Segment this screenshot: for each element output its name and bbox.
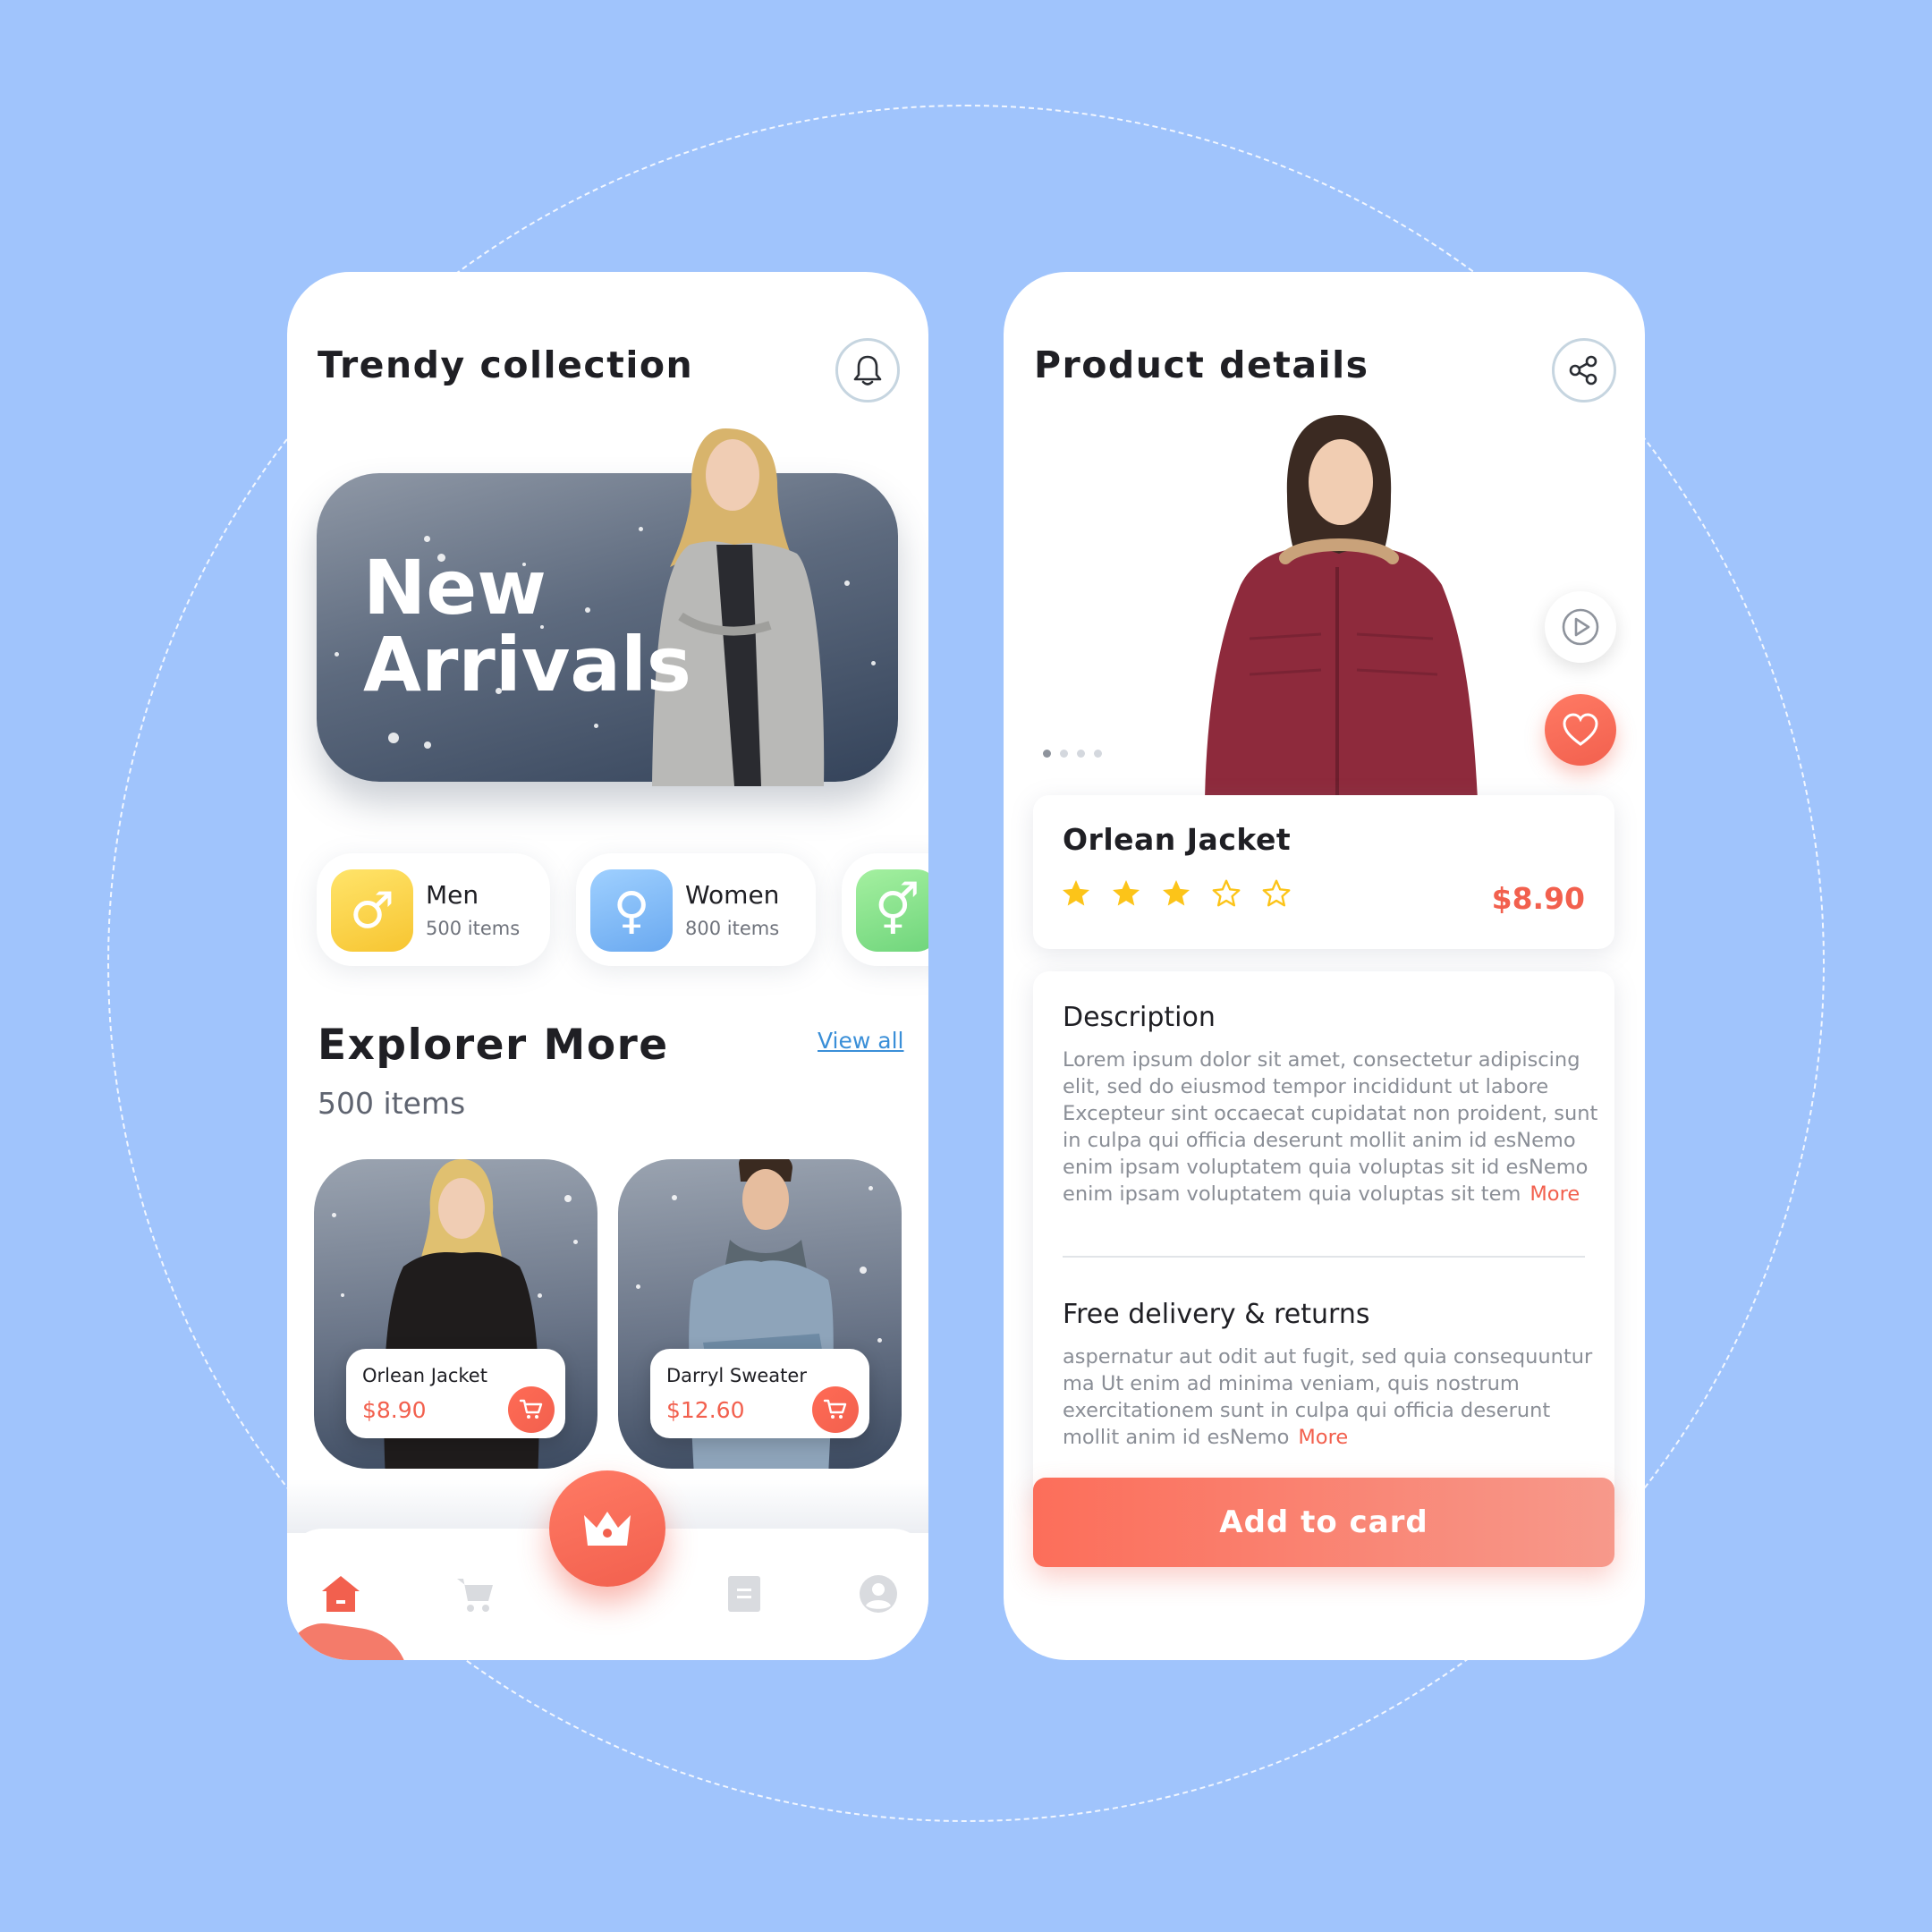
page-title: Product details <box>1034 343 1369 386</box>
gallery-pagination[interactable] <box>1043 750 1102 758</box>
star-filled-icon[interactable] <box>1110 877 1142 910</box>
star-outline-icon[interactable] <box>1210 877 1242 910</box>
unisex-symbol-icon: ⚥ <box>856 869 928 952</box>
bell-icon <box>853 355 882 386</box>
product-details-screen: Product details Orlean Jacket $8.90 Desc… <box>1004 272 1645 1660</box>
product-name: Darryl Sweater <box>666 1365 807 1386</box>
play-video-button[interactable] <box>1545 591 1616 663</box>
product-model-image <box>1205 415 1478 800</box>
add-to-cart-button[interactable]: Add to card <box>1033 1478 1614 1567</box>
product-price: $8.90 <box>1491 881 1585 916</box>
premium-fab-button[interactable] <box>549 1470 665 1587</box>
product-info: Darryl Sweater $12.60 <box>650 1349 869 1438</box>
male-symbol-icon: ♂ <box>331 869 413 952</box>
product-card[interactable]: Darryl Sweater $12.60 <box>618 1159 902 1469</box>
add-to-cart-button[interactable] <box>812 1386 859 1433</box>
banner-title-line2: Arrivals <box>363 621 691 708</box>
play-icon <box>1562 608 1599 646</box>
cart-icon <box>457 1579 493 1612</box>
nav-cart[interactable] <box>450 1569 500 1619</box>
home-icon <box>322 1576 360 1612</box>
product-card[interactable]: Orlean Jacket $8.90 <box>314 1159 597 1469</box>
description-more-link[interactable]: More <box>1530 1182 1580 1206</box>
gallery-dot[interactable] <box>1043 750 1051 758</box>
divider <box>1063 1256 1585 1258</box>
category-name: Men <box>426 880 479 910</box>
profile-icon <box>860 1575 897 1613</box>
description-heading: Description <box>1063 1002 1216 1033</box>
favorite-button[interactable] <box>1545 694 1616 766</box>
product-summary-card: Orlean Jacket $8.90 <box>1033 795 1614 949</box>
notification-button[interactable] <box>835 338 900 402</box>
cart-icon <box>519 1399 543 1419</box>
delivery-more-link[interactable]: More <box>1298 1426 1348 1449</box>
product-info: Orlean Jacket $8.90 <box>346 1349 565 1438</box>
category-count: 500 items <box>426 918 521 939</box>
share-icon <box>1569 355 1597 386</box>
category-unisex[interactable]: ⚥ <box>842 853 928 966</box>
rating-stars[interactable] <box>1060 877 1292 910</box>
product-name: Orlean Jacket <box>1063 822 1292 857</box>
star-filled-icon[interactable] <box>1160 877 1192 910</box>
delivery-text: aspernatur aut odit aut fugit, sed quia … <box>1063 1343 1599 1451</box>
description-text: Lorem ipsum dolor sit amet, consectetur … <box>1063 1046 1599 1208</box>
description-card: Description Lorem ipsum dolor sit amet, … <box>1033 971 1614 1508</box>
star-filled-icon[interactable] <box>1060 877 1092 910</box>
gallery-dot[interactable] <box>1077 750 1085 758</box>
product-name: Orlean Jacket <box>362 1365 487 1386</box>
star-outline-icon[interactable] <box>1260 877 1292 910</box>
list-icon <box>728 1576 760 1612</box>
category-name: Women <box>685 880 780 910</box>
description-body: Lorem ipsum dolor sit amet, consectetur … <box>1063 1048 1598 1206</box>
nav-profile[interactable] <box>853 1569 903 1619</box>
gallery-dot[interactable] <box>1060 750 1068 758</box>
category-men[interactable]: ♂ Men 500 items <box>317 853 550 966</box>
section-subtitle: 500 items <box>318 1086 466 1121</box>
nav-orders[interactable] <box>719 1569 769 1619</box>
share-button[interactable] <box>1552 338 1616 402</box>
view-all-link[interactable]: View all <box>818 1028 903 1054</box>
nav-home[interactable] <box>316 1569 366 1619</box>
female-symbol-icon: ♀ <box>590 869 673 952</box>
trendy-collection-screen: Trendy collection New Arrivals ♂ Men 500… <box>287 272 928 1660</box>
banner-title-line1: New <box>363 544 547 631</box>
crown-icon <box>584 1512 631 1546</box>
section-title: Explorer More <box>318 1021 669 1070</box>
category-women[interactable]: ♀ Women 800 items <box>576 853 816 966</box>
delivery-heading: Free delivery & returns <box>1063 1299 1370 1330</box>
product-price: $12.60 <box>666 1397 745 1423</box>
cart-icon <box>823 1399 847 1419</box>
product-price: $8.90 <box>362 1397 427 1423</box>
page-title: Trendy collection <box>318 343 694 386</box>
category-count: 800 items <box>685 918 780 939</box>
gallery-dot[interactable] <box>1094 750 1102 758</box>
heart-icon <box>1563 713 1598 746</box>
banner-title: New Arrivals <box>363 549 691 703</box>
add-to-cart-button[interactable] <box>508 1386 555 1433</box>
